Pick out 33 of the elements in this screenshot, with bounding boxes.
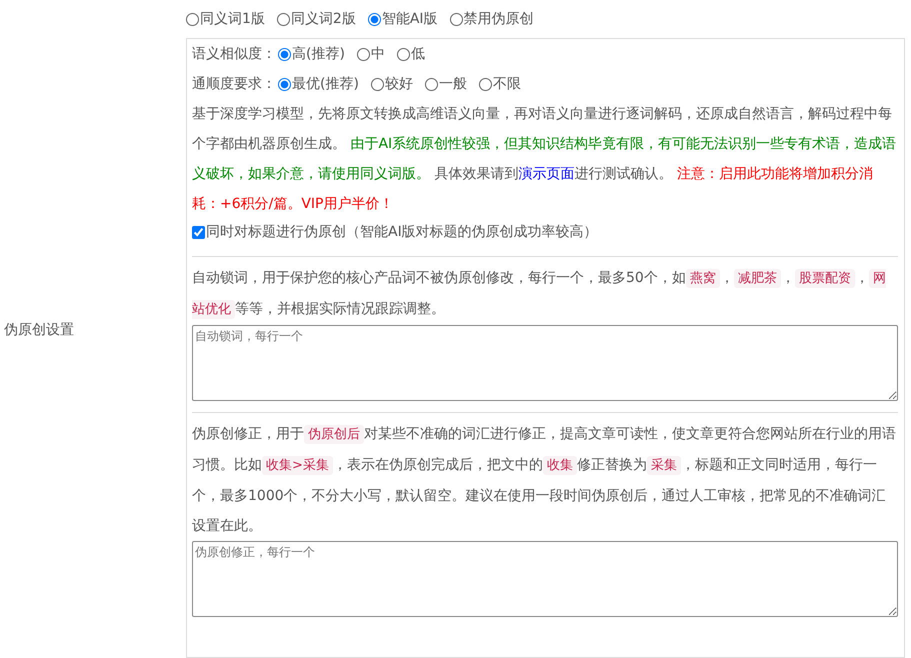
text-area-field[interactable]: 伪原创修正，每行一个 — [192, 541, 898, 617]
radio-button[interactable] — [478, 78, 492, 90]
radio-label[interactable]: 中 — [370, 45, 385, 63]
radio-label[interactable]: 较好 — [384, 75, 413, 93]
checkbox-label[interactable]: 同时对标题进行伪原创（智能AI版对标题的伪原创成功率较高） — [206, 223, 598, 241]
radio-button[interactable] — [396, 48, 410, 60]
radio-button[interactable] — [186, 12, 199, 26]
radio-label[interactable]: 禁用伪原创 — [464, 10, 534, 28]
radio-button[interactable] — [278, 48, 291, 60]
radio-label[interactable]: 低 — [410, 45, 425, 63]
option-label: 通顺度要求： — [192, 75, 276, 93]
radio-button[interactable] — [356, 48, 370, 60]
description-text: 基于深度学习模型，先将原文转换成高维语义向量，再对语义向量进行逐词解码，还原成自然语言，解码过程中每个字都由机器原创生成。 由于AI系统原创性较强，但其知识结构毕竟有限，有可能无法识别一些专有术语，造成语义破坏，如果介意，请使用同义词版。 具体效果请到演示页面进行测试确认。 注意：启用此功能将增加积分消耗：+6积分/篇。VIP用户半价！ — [192, 105, 898, 214]
radio-button[interactable] — [450, 12, 463, 26]
section-label: 伪原创设置 — [3, 321, 74, 339]
radio-label[interactable]: 同义词2版 — [290, 10, 356, 28]
radio-button[interactable] — [368, 12, 381, 26]
description-text: 伪原创修正，用于 伪原创后 对某些不准确的词汇进行修正，提高文章可读性，使文章更符合您网站所在行业的用语习惯。比如 收集>采集 ，表示在伪原创完成后，把文中的 收集 修正替换为 采集 ，标题和正文同时适用，每行一个，最多1000个，不分大小写，默认留空。建议在使用一段时间伪原创后，通过人工审核，把常见的不准确词汇设置在此。 — [192, 424, 897, 536]
radio-label[interactable]: 最优(推荐) — [292, 75, 359, 93]
option-label: 语义相似度： — [192, 45, 276, 63]
checkbox[interactable] — [192, 226, 205, 238]
radio-button[interactable] — [278, 78, 291, 90]
radio-label[interactable]: 一般 — [438, 75, 467, 93]
description-text: 自动锁词，用于保护您的核心产品词不被伪原创修改，每行一个，最多50个，如 燕窝 ， 减肥茶 ， 股票配资 ， 网站优化 等等，并根据实际情况跟踪调整。 — [192, 268, 887, 321]
radio-label[interactable]: 智能AI版 — [382, 10, 438, 28]
radio-label[interactable]: 同义词1版 — [200, 10, 265, 28]
radio-button[interactable] — [370, 78, 384, 90]
radio-label[interactable]: 高(推荐) — [292, 45, 345, 63]
radio-button[interactable] — [276, 12, 290, 26]
radio-button[interactable] — [424, 78, 438, 90]
demo-page-link[interactable]: 演示页面 — [518, 166, 574, 182]
radio-label[interactable]: 不限 — [492, 75, 521, 93]
text-area-field[interactable]: 自动锁词，每行一个 — [192, 325, 898, 401]
